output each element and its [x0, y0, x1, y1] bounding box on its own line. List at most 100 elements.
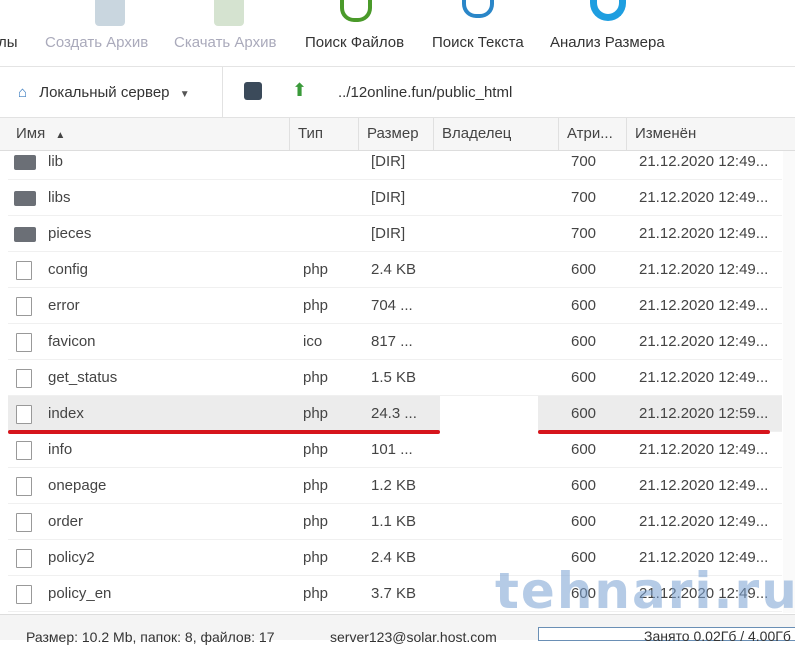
search-files-button[interactable]: Поиск Файлов — [305, 34, 404, 51]
status-account: server123@solar.host.com — [330, 629, 497, 645]
toolbar-files[interactable]: лы — [0, 34, 18, 51]
file-size: [DIR] — [371, 189, 406, 206]
file-row[interactable]: libs [DIR] 700 21.12.2020 12:49... — [8, 180, 782, 216]
file-attributes: 600 — [571, 513, 597, 530]
file-size: 704 ... — [371, 297, 413, 314]
file-name: onepage — [48, 477, 107, 494]
file-icon — [16, 369, 32, 388]
current-path[interactable]: ../12online.fun/public_html — [338, 84, 512, 101]
download-archive-button[interactable]: Скачать Архив — [174, 34, 276, 51]
zip-icon — [214, 0, 244, 26]
file-size: 1.2 KB — [371, 477, 417, 494]
file-type: php — [303, 513, 329, 530]
file-icon — [16, 513, 32, 532]
status-bar: Размер: 10.2 Mb, папок: 8, файлов: 17 se… — [0, 614, 795, 645]
text-search-icon — [462, 0, 494, 18]
divider — [222, 67, 223, 117]
file-modified: 21.12.2020 12:49... — [639, 333, 769, 350]
file-attributes: 600 — [571, 261, 597, 278]
file-name: policy_en — [48, 585, 112, 602]
file-row[interactable]: lib [DIR] 700 21.12.2020 12:49... — [8, 144, 782, 180]
file-type: php — [303, 585, 329, 602]
file-row[interactable]: get_status php 1.5 KB 600 21.12.2020 12:49..… — [8, 360, 782, 396]
server-select[interactable]: ⌂ Локальный сервер ▼ — [18, 84, 190, 101]
file-name: policy2 — [48, 549, 95, 566]
toolbar: лы Создать Архив Скачать Архив Поиск Фай… — [0, 0, 795, 67]
file-name: get_status — [48, 369, 118, 386]
file-name: lib — [48, 153, 64, 170]
file-size: [DIR] — [371, 153, 406, 170]
search-text-button[interactable]: Поиск Текста — [432, 34, 524, 51]
scrollbar[interactable] — [783, 151, 795, 613]
file-modified: 21.12.2020 12:49... — [639, 513, 769, 530]
folder-icon — [14, 155, 36, 170]
file-modified: 21.12.2020 12:49... — [639, 441, 769, 458]
folder-icon — [14, 191, 36, 206]
file-row[interactable]: config php 2.4 KB 600 21.12.2020 12:49... — [8, 252, 782, 288]
file-name: error — [48, 297, 80, 314]
file-name: pieces — [48, 225, 92, 242]
file-type: php — [303, 405, 329, 422]
file-modified: 21.12.2020 12:49... — [639, 189, 769, 206]
file-icon — [16, 441, 32, 460]
file-modified: 21.12.2020 12:49... — [639, 369, 769, 386]
file-name: config — [48, 261, 89, 278]
file-attributes: 600 — [571, 333, 597, 350]
owner-cell — [440, 396, 538, 432]
size-analysis-button[interactable]: Анализ Размера — [550, 34, 665, 51]
file-attributes: 700 — [571, 189, 597, 206]
file-attributes: 600 — [571, 441, 597, 458]
file-search-icon — [340, 0, 372, 22]
file-icon — [16, 477, 32, 496]
file-size: [DIR] — [371, 225, 406, 242]
file-type: php — [303, 297, 329, 314]
file-type: php — [303, 477, 329, 494]
chevron-down-icon: ▼ — [179, 89, 190, 100]
file-type: php — [303, 369, 329, 386]
archive-icon — [95, 0, 125, 26]
file-name: libs — [48, 189, 71, 206]
file-size: 1.1 KB — [371, 513, 417, 530]
file-attributes: 600 — [571, 405, 597, 422]
watermark: tehnari.ru — [495, 562, 795, 620]
file-row[interactable]: order php 1.1 KB 600 21.12.2020 12:49... — [8, 504, 782, 540]
file-modified: 21.12.2020 12:49... — [639, 477, 769, 494]
size-analysis-icon — [590, 0, 626, 21]
annotation-underline — [538, 430, 770, 434]
file-icon — [16, 261, 32, 280]
file-modified: 21.12.2020 12:49... — [639, 225, 769, 242]
file-size: 101 ... — [371, 441, 413, 458]
home-icon: ⌂ — [18, 84, 28, 101]
file-row[interactable]: pieces [DIR] 700 21.12.2020 12:49... — [8, 216, 782, 252]
file-icon — [16, 549, 32, 568]
file-type: php — [303, 549, 329, 566]
file-row[interactable]: error php 704 ... 600 21.12.2020 12:49... — [8, 288, 782, 324]
file-row[interactable]: favicon ico 817 ... 600 21.12.2020 12:49... — [8, 324, 782, 360]
annotation-underline — [8, 430, 440, 434]
sort-asc-icon: ▲ — [55, 130, 66, 141]
file-size: 24.3 ... — [371, 405, 417, 422]
file-icon — [16, 333, 32, 352]
file-size: 2.4 KB — [371, 261, 417, 278]
file-size: 817 ... — [371, 333, 413, 350]
file-name: order — [48, 513, 84, 530]
file-row[interactable]: index php 24.3 ... 600 21.12.2020 12:59... — [8, 396, 782, 432]
file-type: ico — [303, 333, 323, 350]
status-summary: Размер: 10.2 Mb, папок: 8, файлов: 17 — [26, 629, 275, 645]
file-modified: 21.12.2020 12:49... — [639, 297, 769, 314]
server-label: Локальный сервер — [39, 84, 170, 101]
file-icon — [16, 405, 32, 424]
up-folder-icon[interactable]: ⬆ — [292, 80, 307, 101]
drive-icon[interactable] — [244, 82, 262, 100]
file-attributes: 600 — [571, 369, 597, 386]
folder-icon — [14, 227, 36, 242]
file-attributes: 600 — [571, 477, 597, 494]
file-row[interactable]: onepage php 1.2 KB 600 21.12.2020 12:49... — [8, 468, 782, 504]
file-icon — [16, 585, 32, 604]
create-archive-button[interactable]: Создать Архив — [45, 34, 148, 51]
file-size: 1.5 KB — [371, 369, 417, 386]
file-attributes: 700 — [571, 153, 597, 170]
file-row[interactable]: info php 101 ... 600 21.12.2020 12:49... — [8, 432, 782, 468]
file-name: index — [48, 405, 84, 422]
file-icon — [16, 297, 32, 316]
